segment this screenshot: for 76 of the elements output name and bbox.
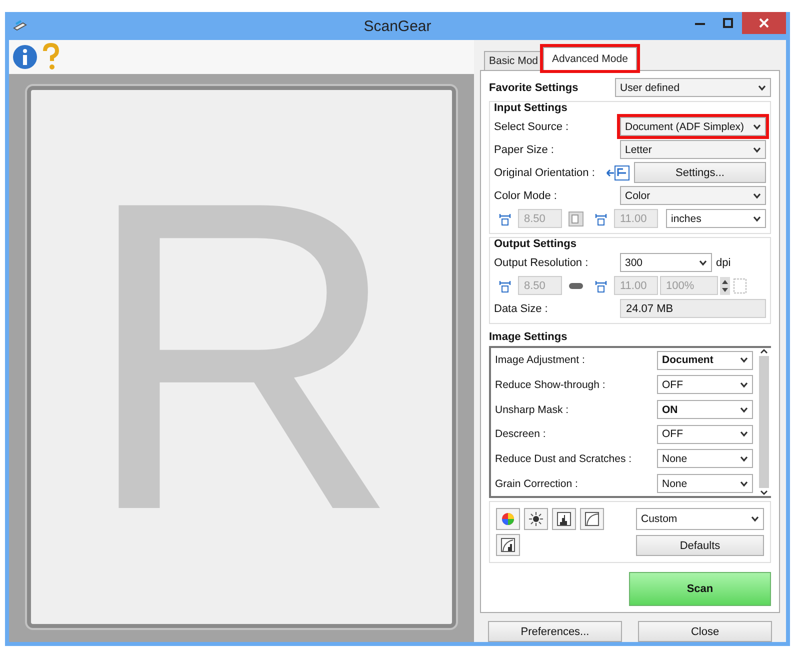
favorite-settings-label: Favorite Settings (489, 82, 580, 94)
color-wheel-button[interactable] (496, 508, 520, 530)
dropdown-caret-icon (758, 84, 766, 90)
height-icon (594, 278, 608, 292)
close-icon (759, 18, 769, 28)
mode-tab[interactable]: Advanced Mode (543, 47, 637, 70)
scroll-down-icon[interactable] (760, 490, 768, 496)
section-title: Input Settings (494, 102, 568, 114)
setting-dropdown[interactable]: ON (657, 400, 753, 420)
field-label: Output Resolution : (494, 256, 590, 268)
dialog-button[interactable]: Preferences... (488, 621, 622, 642)
setting-dropdown[interactable]: None (657, 474, 753, 494)
paper-size-dropdown[interactable]: Letter (620, 140, 766, 159)
setting-dropdown[interactable]: OFF (657, 375, 753, 394)
resolution-dropdown[interactable]: 300 (620, 253, 712, 272)
settings-button[interactable]: Settings... (634, 162, 766, 183)
maximize-icon (723, 18, 733, 28)
dropdown-caret-icon (753, 124, 761, 130)
color-mode-dropdown[interactable]: Color (620, 186, 766, 205)
setting-dropdown[interactable]: Document (657, 350, 753, 370)
setting-label: Grain Correction : (495, 478, 579, 490)
field-label: Original Orientation : (494, 166, 596, 178)
threshold-button[interactable] (496, 534, 520, 556)
dropdown-caret-icon (740, 406, 748, 413)
width-icon (498, 212, 512, 226)
section-title: Image Settings (489, 331, 568, 343)
height-icon (594, 212, 608, 226)
dropdown-caret-icon (753, 192, 761, 198)
window-title: ScanGear (364, 18, 432, 34)
setting-dropdown[interactable]: None (657, 449, 753, 468)
dropdown-caret-icon (740, 382, 748, 388)
orientation-icon[interactable] (606, 164, 630, 182)
scrollbar[interactable] (757, 348, 771, 496)
dropdown-caret-icon (740, 431, 748, 438)
dropdown-caret-icon (753, 216, 761, 222)
scanner-icon (13, 20, 27, 32)
section-title: Output Settings (494, 238, 578, 250)
width-icon (498, 278, 512, 292)
histogram-button[interactable] (552, 508, 576, 530)
setting-label: Image Adjustment : (495, 354, 586, 366)
favorite-settings-dropdown[interactable]: User defined (615, 78, 771, 97)
dropdown-caret-icon (740, 456, 748, 462)
setting-label: Reduce Dust and Scratches : (495, 452, 633, 465)
dropdown-caret-icon (751, 516, 759, 522)
source-dropdown[interactable]: Document (ADF Simplex) (620, 117, 766, 136)
scan-button[interactable]: Scan (629, 572, 771, 606)
dialog-button[interactable]: Close (638, 621, 772, 642)
setting-dropdown[interactable]: OFF (657, 424, 753, 444)
setting-label: Unsharp Mask : (495, 404, 570, 416)
field-label: Select Source : (494, 120, 570, 132)
dropdown-caret-icon (753, 146, 761, 152)
dropdown-caret-icon (740, 357, 748, 364)
unit-dropdown[interactable]: inches (666, 209, 766, 228)
minimize-icon (695, 22, 705, 24)
spin-arrows-icon[interactable] (720, 276, 730, 294)
dropdown-caret-icon (740, 480, 748, 487)
setting-label: Descreen : (495, 428, 547, 440)
brightness-button[interactable] (524, 508, 548, 530)
info-icon[interactable] (12, 44, 38, 70)
tone-curve-button[interactable] (580, 508, 604, 530)
data-size-field: 24.07 MB (620, 299, 766, 318)
close-button[interactable] (742, 12, 786, 34)
field-label: Color Mode : (494, 190, 558, 202)
sun-icon (529, 512, 543, 526)
histogram-icon (557, 512, 571, 526)
setting-label: Reduce Show-through : (495, 378, 606, 391)
scroll-up-icon[interactable] (760, 348, 768, 354)
curve-icon (585, 512, 599, 526)
dropdown-caret-icon (699, 260, 707, 266)
preset-dropdown[interactable]: Custom (636, 508, 764, 530)
field-label: Data Size : (494, 302, 549, 314)
color-wheel-icon (501, 512, 515, 526)
defaults-button[interactable]: Defaults (636, 535, 764, 556)
unit-label: dpi (716, 256, 731, 268)
curve-histogram-icon (501, 538, 515, 552)
field-label: Paper Size : (494, 144, 555, 156)
